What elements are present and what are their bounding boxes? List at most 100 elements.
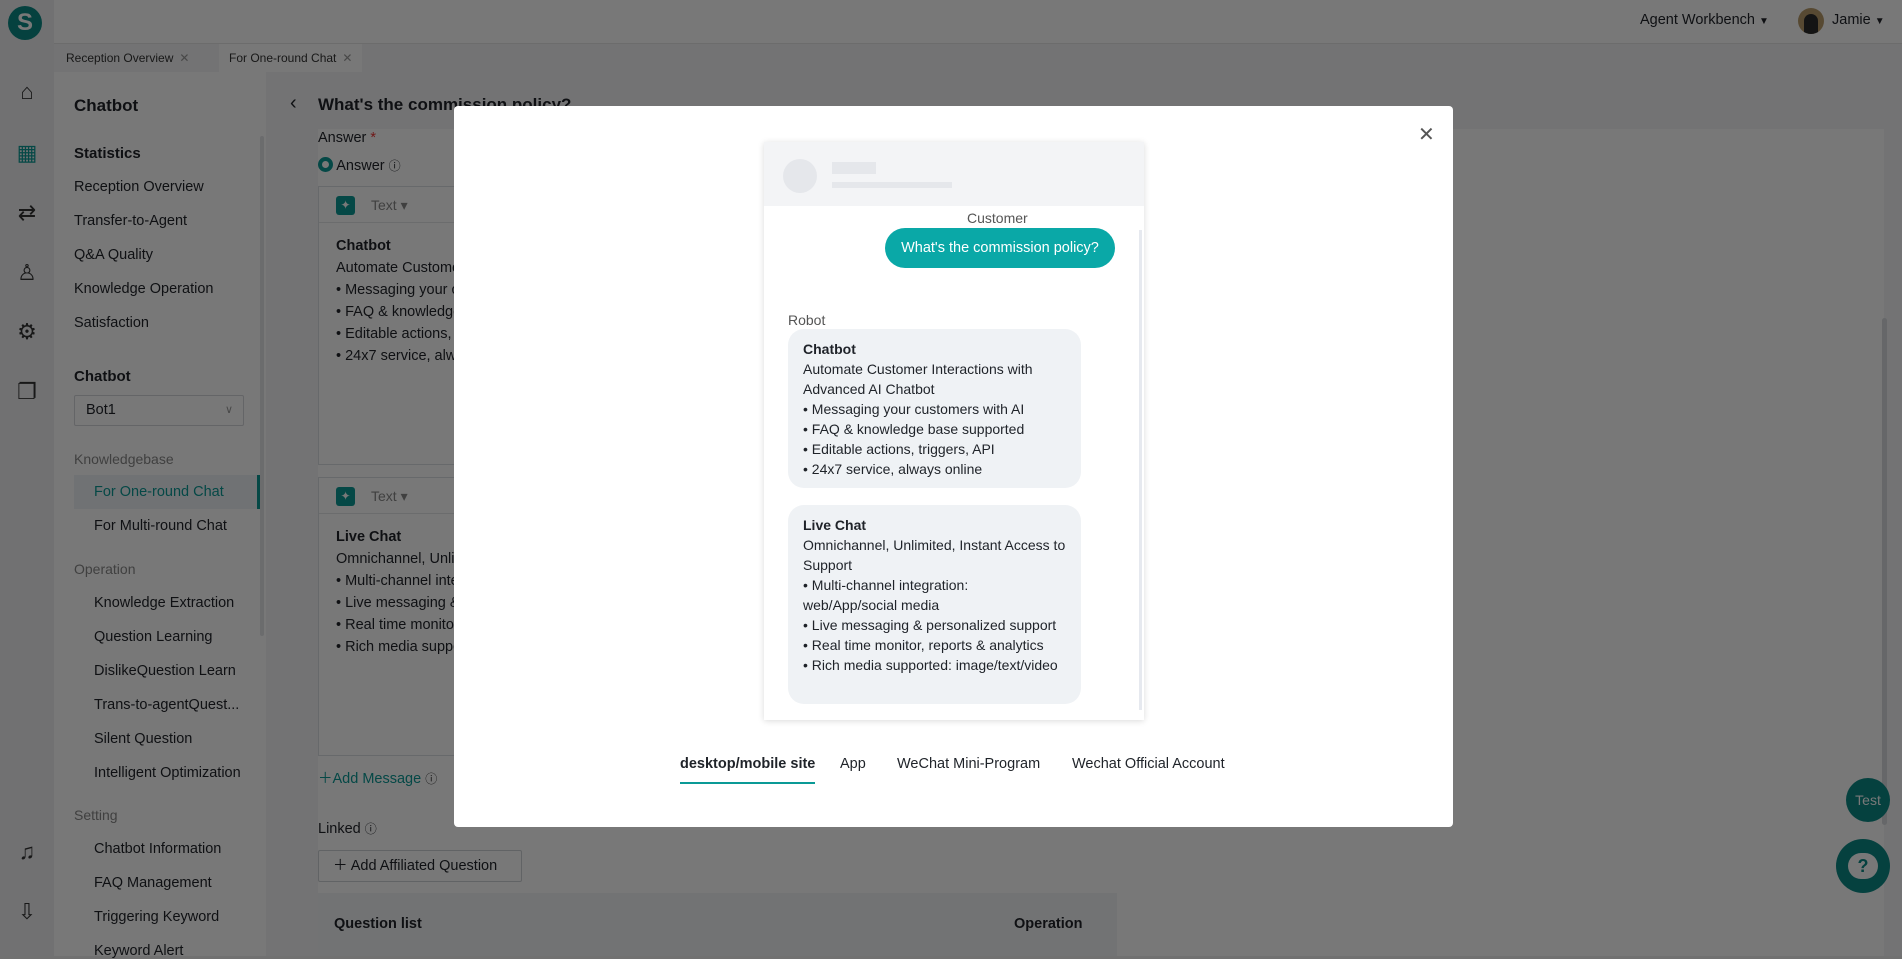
sparkle-icon[interactable]: ✦: [336, 196, 355, 215]
name-placeholder: [832, 162, 876, 174]
tab-desktop-mobile-site[interactable]: desktop/mobile site: [680, 756, 816, 784]
workbench-label: Agent Workbench: [1640, 12, 1755, 28]
user-menu[interactable]: Jamie ▼: [1832, 12, 1885, 28]
sidebar: Chatbot Statistics Reception Overview Tr…: [54, 72, 266, 959]
back-arrow-icon[interactable]: ‹: [290, 92, 297, 115]
radio-answer[interactable]: Answer ⓘ: [318, 157, 401, 174]
avatar-placeholder: [783, 159, 817, 193]
radio-icon: [318, 157, 333, 172]
bubble-line: • Messaging your customers with AI: [803, 401, 1025, 417]
section-knowledgebase: Knowledgebase: [74, 451, 174, 467]
test-button[interactable]: Test: [1846, 778, 1890, 822]
bubble-line: Automate Customer Interactions with Adva…: [803, 361, 1033, 397]
sidebar-item-chatbot-information[interactable]: Chatbot Information: [94, 841, 221, 857]
gear-icon[interactable]: ⚙: [14, 319, 40, 345]
page-scrollbar[interactable]: [1882, 318, 1887, 825]
help-button[interactable]: ?: [1836, 839, 1890, 893]
answer-label: Answer: [318, 130, 367, 146]
sidebar-item-satisfaction[interactable]: Satisfaction: [74, 315, 149, 331]
close-icon[interactable]: ✕: [179, 51, 189, 65]
sidebar-item-reception-overview[interactable]: Reception Overview: [74, 179, 204, 195]
close-icon[interactable]: ✕: [1418, 122, 1435, 147]
tab-wechat-mini-program[interactable]: WeChat Mini-Program: [897, 756, 1040, 772]
workbench-dropdown[interactable]: Agent Workbench ▼: [1640, 12, 1769, 28]
sidebar-scrollbar[interactable]: [260, 136, 264, 636]
add-message-button[interactable]: ＋Add Message ⓘ: [318, 767, 437, 788]
sidebar-item-question-learning[interactable]: Question Learning: [94, 629, 213, 645]
sidebar-item-trans-to-agent-question[interactable]: Trans-to-agentQuest...: [94, 697, 239, 713]
bubble-line: • Rich media supported: image/text/video: [803, 657, 1058, 673]
sidebar-item-faq-management[interactable]: FAQ Management: [94, 875, 212, 891]
tab-bar: Reception Overview ✕ For One-round Chat ✕: [54, 44, 1902, 72]
user-name: Jamie: [1832, 12, 1871, 28]
bubble-line: • 24x7 service, always online: [803, 461, 983, 477]
column-operation: Operation: [1014, 916, 1083, 932]
column-question-list: Question list: [334, 916, 422, 932]
section-setting: Setting: [74, 807, 118, 823]
book-icon[interactable]: ❐: [14, 379, 40, 405]
radio-label: Answer: [336, 158, 385, 174]
info-icon: ⓘ: [388, 159, 401, 173]
chat-header: [764, 142, 1144, 206]
sidebar-item-for-one-round-chat[interactable]: For One-round Chat: [74, 475, 260, 509]
bot-select[interactable]: Bot1 ∨: [74, 395, 244, 426]
sparkle-icon[interactable]: ✦: [336, 487, 355, 506]
bubble-line: Omnichannel, Unlimited, Instant Access t…: [803, 537, 1066, 573]
flow-icon[interactable]: ⇄: [14, 200, 40, 226]
bubble-line: • FAQ & knowledge base supported: [803, 421, 1025, 437]
bubble-title: Chatbot: [803, 341, 856, 357]
add-affiliated-question-button[interactable]: ＋ Add Affiliated Question: [318, 850, 522, 882]
bell-icon[interactable]: ♫: [14, 839, 40, 865]
caret-down-icon: ▼: [1759, 16, 1769, 27]
help-icon: ?: [1848, 853, 1878, 880]
chevron-down-icon: ∨: [224, 404, 233, 416]
bubble-line: • Real time monitor, reports & analytics: [803, 637, 1044, 653]
section-operation: Operation: [74, 561, 136, 577]
question-table-header: Question list Operation: [318, 893, 1117, 956]
top-bar: Agent Workbench ▼ Jamie ▼: [0, 0, 1902, 44]
info-icon: ⓘ: [364, 822, 377, 836]
sidebar-item-qa-quality[interactable]: Q&A Quality: [74, 247, 153, 263]
robot-message-2: Live Chat Omnichannel, Unlimited, Instant…: [788, 505, 1081, 704]
bot-select-value: Bot1: [86, 402, 116, 418]
sidebar-item-keyword-alert[interactable]: Keyword Alert: [94, 943, 183, 959]
person-icon[interactable]: ♙: [14, 260, 40, 286]
sidebar-item-for-multi-round-chat[interactable]: For Multi-round Chat: [94, 518, 227, 534]
tab-for-one-round-chat[interactable]: For One-round Chat ✕: [219, 44, 363, 72]
tab-label: Reception Overview: [66, 51, 174, 65]
sidebar-item-knowledge-extraction[interactable]: Knowledge Extraction: [94, 595, 234, 611]
customer-message: What's the commission policy?: [885, 228, 1115, 268]
text-type-dropdown[interactable]: Text ▾: [371, 488, 408, 505]
tab-wechat-official-account[interactable]: Wechat Official Account: [1072, 756, 1225, 772]
close-icon[interactable]: ✕: [342, 51, 352, 65]
download-icon[interactable]: ⇩: [14, 899, 40, 925]
tab-label: For One-round Chat: [229, 51, 337, 65]
sidebar-item-dislike-question-learn[interactable]: DislikeQuestion Learn: [94, 663, 236, 679]
info-icon: ⓘ: [425, 772, 438, 786]
sidebar-item-intelligent-optimization[interactable]: Intelligent Optimization: [94, 765, 241, 781]
text-type-dropdown[interactable]: Text ▾: [371, 197, 408, 214]
robot-label: Robot: [788, 312, 826, 328]
avatar[interactable]: [1798, 8, 1824, 34]
linked-label: Linked: [318, 821, 361, 837]
bubble-title: Live Chat: [803, 517, 867, 533]
customer-label: Customer: [967, 210, 1028, 226]
bubble-line: • Live messaging & personalized support: [803, 617, 1057, 633]
bubble-line: • Multi-channel integration: web/App/soc…: [803, 577, 969, 613]
sidebar-item-knowledge-operation[interactable]: Knowledge Operation: [74, 281, 213, 297]
sidebar-item-triggering-keyword[interactable]: Triggering Keyword: [94, 909, 219, 925]
bubble-line: • Editable actions, triggers, API: [803, 441, 995, 457]
tab-reception-overview[interactable]: Reception Overview ✕: [66, 44, 189, 72]
status-placeholder: [832, 182, 952, 188]
required-mark: *: [370, 130, 377, 146]
sidebar-item-transfer-to-agent[interactable]: Transfer-to-Agent: [74, 213, 187, 229]
preview-modal: ✕ Customer What's the commission policy?…: [454, 106, 1453, 827]
icon-rail: S ⌂ ▦ ⇄ ♙ ⚙ ❐ ♫ ⇩: [0, 0, 54, 956]
grid-icon[interactable]: ▦: [14, 140, 40, 166]
chat-scrollbar[interactable]: [1139, 230, 1142, 710]
tab-app[interactable]: App: [840, 756, 866, 772]
sidebar-item-silent-question[interactable]: Silent Question: [94, 731, 192, 747]
home-icon[interactable]: ⌂: [14, 79, 40, 105]
text-label: Text: [371, 197, 397, 213]
sidebar-title: Chatbot: [74, 96, 139, 115]
